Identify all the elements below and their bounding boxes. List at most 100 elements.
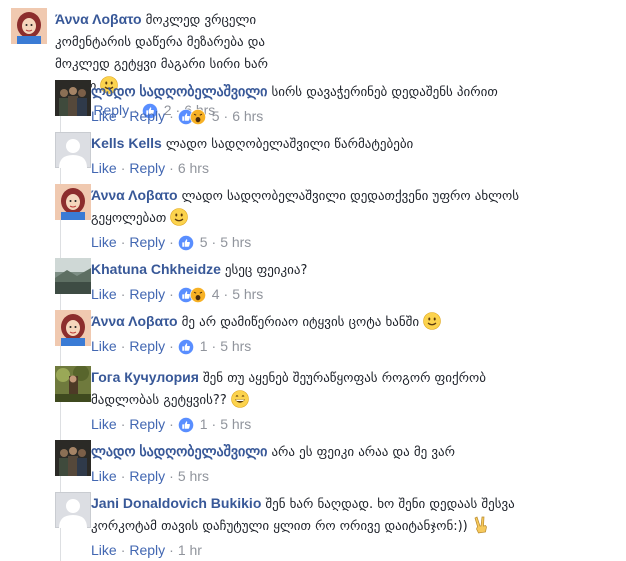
separator-dot: · — [120, 234, 126, 250]
like-link[interactable]: Like — [91, 108, 117, 124]
like-link[interactable]: Like — [91, 160, 117, 176]
comment-author[interactable]: Άννα Λοβατο — [55, 11, 142, 27]
separator-dot: · — [169, 416, 174, 432]
comment-author[interactable]: ლადო სადღობელაშვილი — [91, 83, 267, 99]
separator-dot: · — [120, 416, 126, 432]
comment-message: მე არ დამიწერიაო იტყვის ცოტა ხანში — [181, 315, 420, 330]
avatar[interactable] — [55, 440, 91, 476]
avatar[interactable] — [55, 492, 91, 528]
avatar[interactable] — [11, 8, 47, 44]
reply-link[interactable]: Reply — [129, 286, 165, 302]
separator-dot: · — [120, 108, 126, 124]
comment-timestamp[interactable]: 5 hrs — [220, 234, 251, 250]
avatar[interactable] — [55, 310, 91, 346]
like-link[interactable]: Like — [91, 286, 117, 302]
comment-author[interactable]: Гога Кучулория — [91, 369, 199, 385]
separator-dot: · — [211, 234, 217, 250]
separator-dot: · — [169, 234, 174, 250]
comment-author[interactable]: Άννα Λοβατο — [91, 313, 178, 329]
comment-timestamp[interactable]: 6 hrs — [178, 160, 209, 176]
avatar[interactable] — [55, 258, 91, 294]
comment-author[interactable]: ლადო სადღობელაშვილი — [91, 443, 267, 459]
comment-author[interactable]: Άννα Λοβατο — [91, 187, 178, 203]
wow-reaction-icon — [189, 287, 206, 303]
comment-message: სირს დავაჭერინებ დედაშენს პირით — [271, 85, 498, 100]
comment-actions: Like · Reply · 1 · 5 hrs — [91, 335, 618, 357]
slightly-smiling-face-emoji-icon — [166, 208, 189, 226]
separator-dot: · — [120, 160, 126, 176]
comment-text-block: Άννα Λοβατο ლადო სადღობელაშვილი დედათქვენ… — [91, 184, 531, 230]
like-link[interactable]: Like — [91, 416, 117, 432]
like-reaction-icon — [177, 417, 194, 433]
comment-timestamp[interactable]: 5 hrs — [220, 338, 251, 354]
comment-text-block: Khatuna Chkheidze ესეც ფეიკია? — [91, 258, 561, 282]
slightly-smiling-face-emoji-icon — [419, 312, 441, 330]
reaction-count: 5 — [199, 234, 208, 250]
reply-link[interactable]: Reply — [129, 160, 165, 176]
separator-dot: · — [120, 286, 126, 302]
comment-author[interactable]: Jani Donaldovich Bukikio — [91, 495, 261, 511]
victory-hand-emoji-icon — [468, 516, 490, 534]
reply-link[interactable]: Reply — [129, 416, 165, 432]
reply-link[interactable]: Reply — [129, 338, 165, 354]
reaction-count: 1 — [199, 416, 208, 432]
reaction-count: 5 — [211, 108, 220, 124]
comment-actions: Like · Reply · 5 · 5 hrs — [91, 231, 618, 253]
like-reaction-icon — [177, 339, 194, 355]
avatar[interactable] — [55, 184, 91, 220]
separator-dot: · — [211, 416, 217, 432]
comment-text-block: Kells Kells ლადო სადღობელაშვილი წარმატებე… — [91, 132, 561, 156]
comment-actions: Like · Reply · 5 hrs — [91, 465, 618, 487]
comment-timestamp[interactable]: 5 hrs — [232, 286, 263, 302]
separator-dot: · — [223, 286, 229, 302]
separator-dot: · — [120, 542, 126, 558]
comment-timestamp[interactable]: 5 hrs — [220, 416, 251, 432]
wow-reaction-icon — [189, 109, 206, 125]
like-link[interactable]: Like — [91, 542, 117, 558]
reply-link[interactable]: Reply — [129, 234, 165, 250]
comment-timestamp[interactable]: 1 hr — [178, 542, 202, 558]
separator-dot: · — [120, 338, 126, 354]
separator-dot: · — [169, 108, 174, 124]
like-link[interactable]: Like — [91, 468, 117, 484]
reply-link[interactable]: Reply — [129, 542, 165, 558]
comment-actions: Like · Reply · 6 hrs — [91, 157, 618, 179]
reply-link[interactable]: Reply — [129, 108, 165, 124]
comment-actions: Like · Reply · 1 · 5 hrs — [91, 413, 618, 435]
comment-author[interactable]: Kells Kells — [91, 135, 162, 151]
separator-dot: · — [169, 468, 174, 484]
reaction-summary[interactable]: 1 — [177, 338, 208, 355]
comment-thread: Άννα Λοβατο მოკლედ ვრცელი კომენტარის დაწე… — [0, 0, 626, 561]
separator-dot: · — [120, 468, 126, 484]
comment-timestamp[interactable]: 6 hrs — [232, 108, 263, 124]
comment-actions: Like · Reply · 5 · 6 hrs — [91, 105, 618, 127]
comment-actions: Like · Reply · 4 · 5 hrs — [91, 283, 618, 305]
comment-text-block: Άννα Λοβατο მე არ დამიწერიაო იტყვის ცოტა … — [91, 310, 561, 334]
grinning-face-emoji-icon — [227, 390, 249, 408]
comment-actions: Like · Reply · 1 hr — [91, 539, 618, 561]
comment-author[interactable]: Khatuna Chkheidze — [91, 261, 221, 277]
comment-message: ლადო სადღობელაშვილი წარმატებები — [165, 137, 414, 152]
like-link[interactable]: Like — [91, 234, 117, 250]
reaction-summary[interactable]: 4 — [177, 286, 220, 303]
separator-dot: · — [169, 160, 174, 176]
avatar[interactable] — [55, 80, 91, 116]
comment-text-block: Гога Кучулория შენ თუ აყენებ შეურაწყოფას … — [91, 366, 531, 412]
separator-dot: · — [211, 338, 217, 354]
separator-dot: · — [169, 338, 174, 354]
comment-timestamp[interactable]: 5 hrs — [178, 468, 209, 484]
avatar[interactable] — [55, 132, 91, 168]
reply-link[interactable]: Reply — [129, 468, 165, 484]
reaction-summary[interactable]: 5 — [177, 108, 220, 125]
comment-text-block: ლადო სადღობელაშვილი არა ეს ფეიკი არაა და … — [91, 440, 561, 464]
separator-dot: · — [223, 108, 229, 124]
reaction-summary[interactable]: 1 — [177, 416, 208, 433]
like-reaction-icon — [177, 235, 194, 251]
comment-text-block: Jani Donaldovich Bukikio შენ ხარ ნაღდად. … — [91, 492, 581, 538]
reaction-summary[interactable]: 5 — [177, 234, 208, 251]
comment-text-block: ლადო სადღობელაშვილი სირს დავაჭერინებ დედა… — [91, 80, 561, 104]
comment-message: არა ეს ფეიკი არაა და მე ვარ — [271, 445, 455, 460]
reaction-count: 4 — [211, 286, 220, 302]
avatar[interactable] — [55, 366, 91, 402]
like-link[interactable]: Like — [91, 338, 117, 354]
